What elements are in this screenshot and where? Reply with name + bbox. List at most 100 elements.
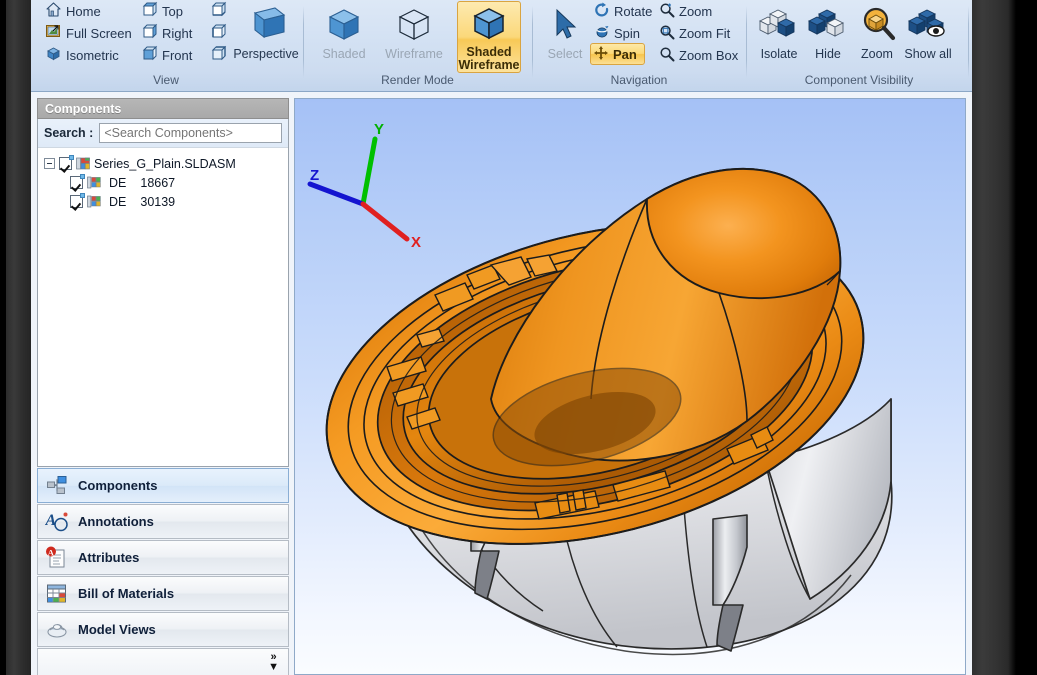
nav-zoom-box-button[interactable]: Zoom Box	[657, 44, 740, 66]
spin-icon	[594, 24, 610, 43]
cv-isolate-button[interactable]: Isolate	[752, 2, 806, 61]
nav-rotate-label: Rotate	[614, 3, 653, 19]
ribbon-group-component-visibility: Isolate Hide Zoom Show all Component Vis…	[748, 0, 970, 91]
ribbon-divider-3	[746, 6, 747, 78]
tree-row-part-2[interactable]: DE 30139	[44, 192, 288, 211]
sidebar-item-annotations[interactable]: A Annotations	[37, 504, 289, 539]
cv-show-all-button[interactable]: Show all	[902, 2, 954, 61]
ribbon-group-render-mode: Shaded Wireframe Shaded Wireframe Render…	[305, 0, 530, 91]
view-isometric-label: Isometric	[66, 47, 119, 63]
view-top-button[interactable]: Top	[139, 0, 185, 22]
shaded-wireframe-cube-icon	[468, 2, 510, 46]
view-right-button[interactable]: Right	[139, 22, 194, 44]
view-bottom-icon	[210, 1, 227, 21]
view-full-screen-button[interactable]: Full Screen	[43, 22, 134, 44]
axis-x-label: X	[411, 234, 422, 251]
render-shaded-wireframe-button[interactable]: Shaded Wireframe	[457, 1, 521, 73]
nav-zoom-fit-button[interactable]: Zoom Fit	[657, 22, 732, 44]
wireframe-cube-icon	[393, 2, 435, 48]
axis-x-line	[360, 201, 410, 242]
cv-hide-label: Hide	[815, 47, 841, 61]
view-perspective-button[interactable]: Perspective	[229, 2, 303, 61]
zoom-box-icon	[659, 46, 675, 65]
view-bottom-button[interactable]	[208, 0, 229, 22]
render-wireframe-label: Wireframe	[385, 47, 443, 61]
view-left-button[interactable]	[208, 22, 229, 44]
rotate-icon	[594, 2, 610, 21]
tree-checkbox[interactable]	[70, 193, 85, 208]
3d-viewport[interactable]: Y Z X	[294, 98, 966, 675]
model-render[interactable]	[295, 99, 965, 674]
view-right-icon	[141, 23, 158, 43]
render-wireframe-button[interactable]: Wireframe	[373, 2, 455, 61]
isolate-cubes-icon	[756, 2, 802, 48]
cv-hide-button[interactable]: Hide	[804, 2, 852, 61]
cv-isolate-label: Isolate	[760, 47, 798, 61]
sidebar-item-bill-of-materials-label: Bill of Materials	[78, 586, 175, 601]
render-shaded-button[interactable]: Shaded	[311, 2, 377, 61]
axis-y-label: Y	[374, 121, 385, 138]
view-home-button[interactable]: Home	[43, 0, 103, 22]
view-front-button[interactable]: Front	[139, 44, 194, 66]
tree-row-assembly-label: Series_G_Plain.SLDASM	[94, 156, 236, 171]
render-shaded-label: Shaded	[322, 47, 366, 61]
part-icon	[87, 195, 101, 208]
show-all-cubes-icon	[905, 2, 951, 48]
nav-select-button[interactable]: Select	[536, 2, 594, 61]
axis-y-line	[360, 136, 378, 207]
tree-checkbox[interactable]	[70, 174, 85, 189]
sidebar-item-bill-of-materials[interactable]: Bill of Materials	[37, 576, 289, 611]
home-icon	[45, 1, 62, 21]
tree-row-part-2-prefix: DE	[109, 194, 127, 209]
cv-zoom-button[interactable]: Zoom	[852, 2, 902, 61]
side-tab-list: Components A Annotations A Attributes Bi…	[37, 468, 289, 675]
view-left-icon	[210, 23, 227, 43]
ribbon-divider-4	[968, 6, 969, 78]
nav-spin-button[interactable]: Spin	[592, 22, 642, 44]
view-back-button[interactable]	[208, 44, 229, 66]
tree-checkbox[interactable]	[59, 155, 74, 170]
tree-row-assembly[interactable]: Series_G_Plain.SLDASM	[44, 154, 288, 173]
sidebar-item-components[interactable]: Components	[37, 468, 289, 503]
sidebar-item-model-views[interactable]: Model Views	[37, 612, 289, 647]
full-screen-icon	[45, 23, 62, 43]
components-tree-box: Search : Se	[37, 119, 289, 467]
components-tree-icon	[45, 474, 69, 498]
select-cursor-icon	[548, 2, 582, 48]
nav-pan-button[interactable]: Pan	[590, 43, 645, 65]
view-top-icon	[141, 1, 158, 21]
view-isometric-button[interactable]: Isometric	[43, 44, 121, 66]
attributes-icon: A	[45, 546, 69, 570]
search-label: Search :	[44, 126, 94, 140]
tree-row-part-1[interactable]: DE 18667	[44, 173, 288, 192]
axis-triad	[307, 136, 410, 242]
search-row: Search :	[38, 119, 288, 148]
ribbon-group-view-label: View	[153, 73, 179, 87]
double-chevron-down-icon[interactable]: » ▼	[268, 652, 279, 673]
tree-row-part-1-label: 18667	[140, 175, 176, 190]
side-tab-overflow[interactable]: » ▼	[37, 648, 289, 675]
zoom-magnifier-cube-icon	[854, 2, 900, 48]
view-front-icon	[141, 45, 158, 65]
view-top-label: Top	[162, 3, 183, 19]
zoom-icon	[659, 2, 675, 21]
tree-expander-icon[interactable]	[44, 158, 55, 169]
view-front-label: Front	[162, 47, 193, 63]
model-views-icon	[45, 618, 69, 642]
view-back-icon	[210, 45, 227, 65]
nav-spin-label: Spin	[614, 25, 641, 41]
sidebar-item-attributes-label: Attributes	[78, 550, 140, 565]
view-right-label: Right	[162, 25, 193, 41]
sidebar-item-attributes[interactable]: A Attributes	[37, 540, 289, 575]
ribbon-group-component-visibility-label: Component Visibility	[804, 73, 914, 87]
view-home-label: Home	[66, 3, 101, 19]
ribbon-divider-1	[303, 6, 304, 78]
search-input[interactable]	[99, 123, 282, 143]
ribbon-group-navigation: Select Rotate Spin Pan Zoom Zoom Fit Zoo…	[534, 0, 744, 91]
nav-pan-label: Pan	[613, 46, 637, 62]
nav-zoom-fit-label: Zoom Fit	[679, 25, 731, 41]
isometric-cube-icon	[45, 45, 62, 65]
nav-select-label: Select	[547, 47, 583, 61]
nav-zoom-button[interactable]: Zoom	[657, 0, 714, 22]
nav-rotate-button[interactable]: Rotate	[592, 0, 654, 22]
